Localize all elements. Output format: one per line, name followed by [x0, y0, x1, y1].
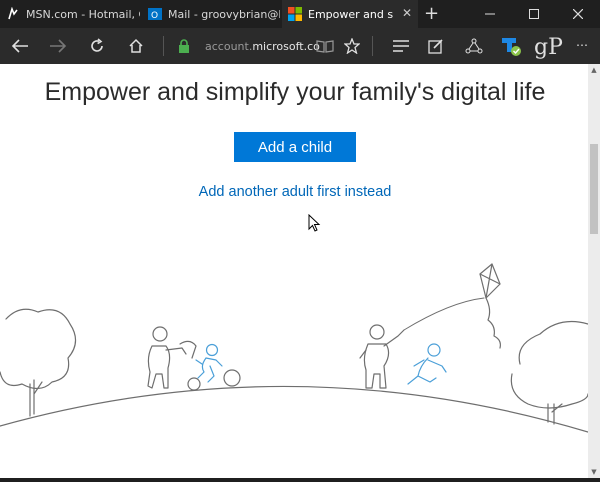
url-text: account.microsoft.co [205, 40, 320, 53]
minimize-button[interactable] [468, 0, 512, 28]
kite-string [403, 297, 485, 331]
minimize-icon [485, 13, 495, 15]
web-content: Empower and simplify your family's digit… [0, 64, 588, 478]
hill-line [0, 385, 588, 433]
back-arrow-icon [11, 39, 28, 53]
home-icon [129, 38, 143, 53]
left-tree [0, 308, 77, 417]
msn-icon [8, 7, 18, 20]
book-icon [316, 40, 334, 53]
add-child-button[interactable]: Add a child [234, 132, 356, 162]
tab-label: MSN.com - Hotmail, C [26, 7, 140, 21]
tab-label: Mail - groovybrian@liv [168, 7, 280, 21]
kite [479, 263, 501, 349]
left-child-figure [195, 343, 223, 383]
extension-badge-icon [502, 38, 521, 56]
close-icon [573, 9, 583, 19]
forward-arrow-icon [50, 39, 67, 53]
tab-family[interactable]: Empower and simpl ✕ [282, 0, 418, 28]
window-bottom-border [0, 478, 600, 482]
svg-text:…: … [576, 35, 588, 49]
close-tab-icon[interactable]: ✕ [402, 6, 412, 20]
mouse-cursor-icon [308, 214, 321, 232]
share-button[interactable] [456, 28, 492, 64]
page-headline: Empower and simplify your family's digit… [44, 78, 546, 106]
back-button[interactable] [2, 28, 38, 64]
tab-bar: MSN.com - Hotmail, C O Mail - groovybria… [0, 0, 600, 28]
maximize-icon [529, 9, 539, 19]
url-prefix: account. [205, 39, 253, 53]
web-note-icon [428, 39, 443, 54]
tab-label: Empower and simpl [308, 7, 394, 21]
maximize-button[interactable] [512, 0, 556, 28]
right-child-figure [407, 343, 447, 385]
toolbar-divider [163, 36, 164, 56]
share-icon [465, 38, 483, 54]
right-tree [510, 321, 588, 425]
svg-text:O: O [151, 11, 158, 21]
tab-mail[interactable]: O Mail - groovybrian@liv [142, 0, 280, 28]
new-tab-button[interactable]: + [424, 3, 439, 24]
refresh-icon [91, 38, 103, 52]
right-adult-figure [359, 324, 405, 389]
gp-extension-button[interactable]: gP … [530, 28, 590, 64]
web-note-button[interactable] [418, 28, 454, 64]
browser-toolbar: account.microsoft.co gP … [0, 28, 600, 64]
extension-button[interactable] [494, 28, 530, 64]
scroll-up-arrow-icon[interactable]: ▲ [588, 64, 600, 76]
lock-icon [179, 39, 189, 53]
star-icon [344, 38, 360, 54]
scroll-down-arrow-icon[interactable]: ▼ [588, 466, 600, 478]
play-balls [187, 369, 241, 391]
favorite-button[interactable] [334, 28, 370, 64]
forward-button[interactable] [40, 28, 76, 64]
toolbar-divider [372, 36, 373, 56]
tab-msn[interactable]: MSN.com - Hotmail, C [0, 0, 140, 28]
hub-lines-icon [393, 40, 409, 52]
svg-text:gP: gP [534, 35, 563, 59]
add-adult-link[interactable]: Add another adult first instead [0, 184, 588, 200]
close-window-button[interactable] [556, 0, 600, 28]
gp-logo-icon: gP … [534, 35, 588, 59]
scroll-thumb[interactable] [590, 144, 598, 234]
family-illustration [0, 263, 588, 433]
page-scrollbar[interactable]: ▲ ▼ [588, 64, 600, 478]
left-adult-figure [147, 326, 197, 389]
refresh-button[interactable] [79, 28, 115, 64]
home-button[interactable] [118, 28, 154, 64]
add-adult-link-text[interactable]: Add another adult first instead [199, 184, 392, 200]
hub-button[interactable] [383, 28, 419, 64]
microsoft-icon [288, 7, 302, 21]
outlook-icon: O [148, 8, 162, 21]
